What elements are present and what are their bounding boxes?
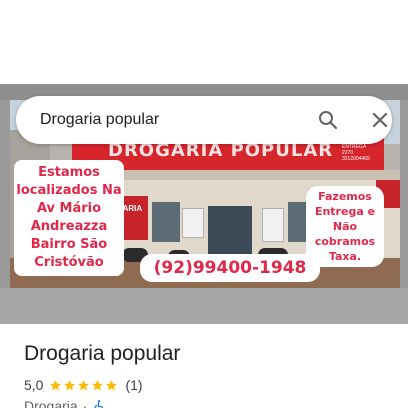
star-icon xyxy=(78,379,90,390)
rating-value: 5,0 xyxy=(24,377,44,393)
star-rating xyxy=(49,379,119,392)
search-icon[interactable] xyxy=(316,108,340,132)
store-sign-small-text: ENTREGA 2270 3212004465 xyxy=(342,144,370,162)
search-input[interactable] xyxy=(40,108,290,132)
search-bar[interactable] xyxy=(16,96,392,144)
star-icon xyxy=(50,379,62,390)
poster xyxy=(262,208,284,242)
maps-place-page: DROGARIA POPULAR ENTREGA 2270 3212004465… xyxy=(0,0,408,408)
top-area xyxy=(0,0,408,84)
promo-phone-text: (92)99400-1948 xyxy=(140,254,320,282)
promo-delivery-text: Fazemos Entrega e Não cobramos Taxa. xyxy=(306,186,384,267)
place-info-panel: Drogaria popular 5,0 (1) Drogaria · xyxy=(0,324,408,408)
poster xyxy=(182,208,204,238)
promo-address-text: Estamos localizados Na Av Mário Andreazz… xyxy=(14,160,124,276)
place-title: Drogaria popular xyxy=(24,342,181,365)
review-count[interactable]: (1) xyxy=(125,377,142,393)
category-row: Drogaria · xyxy=(24,398,106,408)
star-icon xyxy=(92,379,104,390)
separator-dot: · xyxy=(82,398,88,408)
rating-row[interactable]: 5,0 (1) xyxy=(24,376,143,394)
close-icon[interactable] xyxy=(368,108,392,132)
shop-window xyxy=(152,202,180,242)
star-icon xyxy=(106,379,118,390)
photo-bottom-band xyxy=(0,288,408,324)
star-icon xyxy=(64,379,76,390)
wheelchair-icon xyxy=(94,400,104,408)
place-category: Drogaria xyxy=(24,398,78,408)
